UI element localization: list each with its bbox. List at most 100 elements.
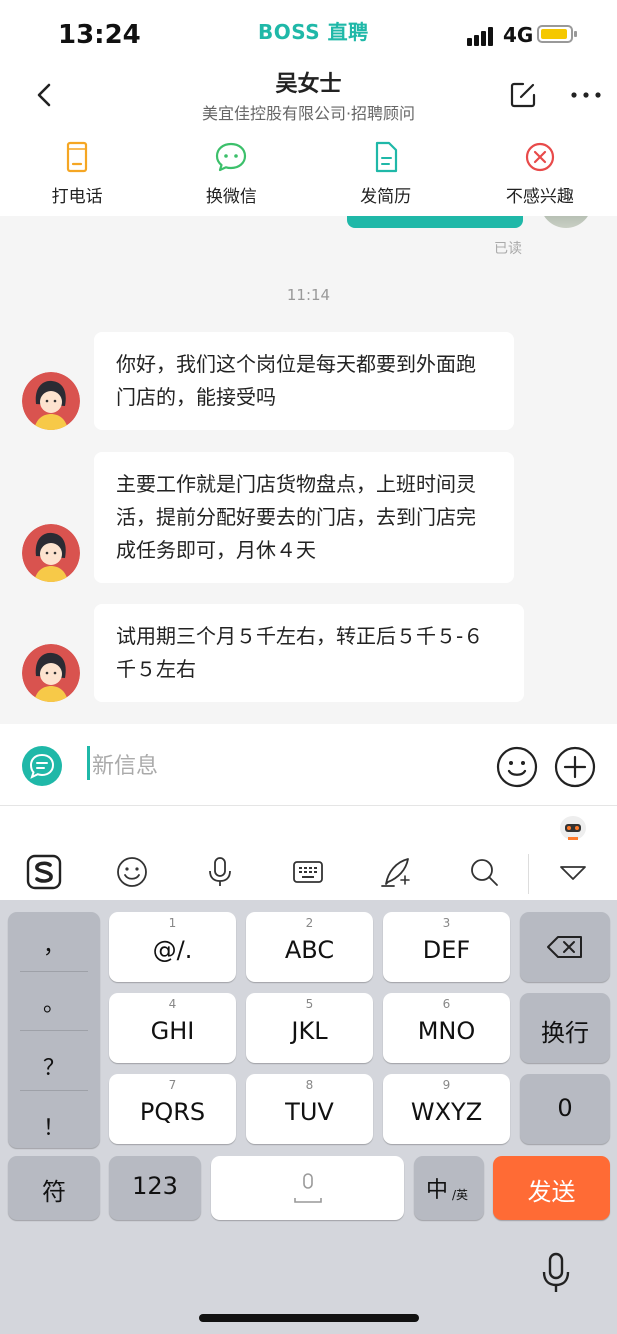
received-message-bubble[interactable]: 试用期三个月５千左右，转正后５千５-６千５左右 <box>94 604 524 702</box>
hide-keyboard-icon[interactable] <box>555 854 591 890</box>
key-label: 0 <box>557 1094 573 1122</box>
action-bar: 打电话 换微信 发简历 不感兴趣 <box>0 126 617 216</box>
key-label: TUV <box>285 1098 334 1126</box>
sent-message-bubble[interactable] <box>347 216 523 228</box>
key-label: DEF <box>422 936 471 964</box>
status-time: 13:24 <box>58 20 141 50</box>
message-text: 你好，我们这个岗位是每天都要到外面跑门店的，能接受吗 <box>116 352 476 409</box>
symbol-label: 符 <box>42 1178 66 1206</box>
chat-timestamp: 11:14 <box>286 286 331 304</box>
emoji-keyboard-icon[interactable] <box>114 854 150 890</box>
plus-icon[interactable] <box>554 746 596 788</box>
key-label: ABC <box>284 936 335 964</box>
backspace-icon <box>547 936 582 958</box>
keyboard-layout-icon[interactable] <box>290 854 326 890</box>
message-text: 主要工作就是门店货物盘点，上班时间灵活，提前分配好要去的门店，去到门店完成任务即… <box>116 472 476 562</box>
app-brand: BOSS 直聘 <box>258 20 369 44</box>
key-1[interactable]: 1 @/. <box>109 912 236 982</box>
my-avatar[interactable] <box>540 216 592 228</box>
toolbar-divider <box>528 854 529 894</box>
punct-key-period[interactable]: 。 <box>8 986 100 1018</box>
punct-key-exclaim[interactable]: ！ <box>8 1110 100 1142</box>
recruiter-avatar[interactable] <box>22 644 80 702</box>
call-label: 打电话 <box>51 187 103 207</box>
key-0[interactable]: 0 <box>520 1074 610 1144</box>
key-9[interactable]: 9 WXYZ <box>383 1074 510 1144</box>
signal-icon <box>467 26 497 46</box>
resume-icon <box>375 141 397 173</box>
numeric-key[interactable]: 123 <box>109 1156 201 1220</box>
home-indicator[interactable] <box>199 1314 419 1322</box>
send-key[interactable]: 发送 <box>493 1156 610 1220</box>
message-text: 试用期三个月５千左右，转正后５千５-６千５左右 <box>116 624 484 681</box>
handwriting-icon[interactable] <box>378 854 414 890</box>
chat-area[interactable]: 已读 11:14 你好，我们这个岗位是每天都要到外面跑门店的，能接受吗 主要工作… <box>0 216 617 724</box>
key-number: 5 <box>305 997 314 1011</box>
message-input[interactable]: 新信息 <box>92 748 158 780</box>
call-button[interactable]: 打电话 <box>0 126 154 216</box>
key-3[interactable]: 3 DEF <box>383 912 510 982</box>
key-5[interactable]: 5 JKL <box>246 993 373 1063</box>
more-icon[interactable] <box>570 90 602 100</box>
emoji-icon[interactable] <box>496 746 538 788</box>
resume-button[interactable]: 发简历 <box>309 126 463 216</box>
keyboard: ， 。 ？ ！ 1 @/. 2 ABC 3 DEF 4 GHI 5 JKL 6 MNO 换行… <box>0 900 617 1334</box>
search-icon[interactable] <box>466 854 502 890</box>
key-label: GHI <box>150 1017 195 1045</box>
sogou-logo-icon[interactable] <box>26 854 62 890</box>
punct-key-comma[interactable]: ， <box>8 928 100 960</box>
enter-label: 换行 <box>541 1019 589 1047</box>
voice-input-icon[interactable] <box>202 854 238 890</box>
enter-key[interactable]: 换行 <box>520 993 610 1063</box>
ime-mascot-icon[interactable] <box>558 812 588 842</box>
not-interested-label: 不感兴趣 <box>505 187 574 207</box>
quick-reply-icon[interactable] <box>22 746 62 786</box>
close-circle-icon <box>525 142 554 172</box>
text-cursor <box>87 746 90 780</box>
network-type: 4G <box>503 23 534 47</box>
key-label: JKL <box>291 1017 328 1045</box>
key-8[interactable]: 8 TUV <box>246 1074 373 1144</box>
space-mic-icon <box>294 1173 322 1203</box>
space-key[interactable] <box>211 1156 404 1220</box>
recruiter-avatar[interactable] <box>22 372 80 430</box>
symbol-key[interactable]: 符 <box>8 1156 100 1220</box>
key-number: 6 <box>442 997 451 1011</box>
keyboard-toolbar <box>0 806 617 900</box>
key-number: 9 <box>442 1078 451 1092</box>
read-status: 已读 <box>494 241 522 257</box>
language-switch-key[interactable]: 中 /英 <box>414 1156 484 1220</box>
status-bar: 13:24 BOSS 直聘 4G <box>0 0 617 62</box>
key-label: WXYZ <box>410 1098 483 1126</box>
key-number: 3 <box>442 916 451 930</box>
backspace-key[interactable] <box>520 912 610 982</box>
key-label: MNO <box>417 1017 476 1045</box>
edit-icon[interactable] <box>508 80 538 110</box>
message-input-bar: 新信息 <box>0 724 617 806</box>
recruiter-avatar[interactable] <box>22 524 80 582</box>
received-message-bubble[interactable]: 主要工作就是门店货物盘点，上班时间灵活，提前分配好要去的门店，去到门店完成任务即… <box>94 452 514 583</box>
punctuation-column[interactable]: ， 。 ？ ！ <box>8 912 100 1148</box>
key-number: 2 <box>305 916 314 930</box>
punct-key-question[interactable]: ？ <box>8 1050 100 1082</box>
numeric-label: 123 <box>132 1172 178 1200</box>
keyboard-mic-icon[interactable] <box>540 1252 572 1294</box>
not-interested-button[interactable]: 不感兴趣 <box>463 126 617 216</box>
key-6[interactable]: 6 MNO <box>383 993 510 1063</box>
resume-label: 发简历 <box>360 187 412 207</box>
key-label: @/. <box>152 936 193 964</box>
battery-icon <box>537 25 577 43</box>
lang-main-label: 中 <box>426 1178 449 1203</box>
send-label: 发送 <box>527 1178 576 1206</box>
key-number: 4 <box>168 997 177 1011</box>
wechat-button[interactable]: 换微信 <box>154 126 308 216</box>
chat-header: 吴女士 美宜佳控股有限公司·招聘顾问 <box>0 62 617 126</box>
key-7[interactable]: 7 PQRS <box>109 1074 236 1144</box>
wechat-label: 换微信 <box>205 187 257 207</box>
phone-icon <box>67 141 88 173</box>
key-number: 8 <box>305 1078 314 1092</box>
key-2[interactable]: 2 ABC <box>246 912 373 982</box>
lang-sub-label: /英 <box>452 1188 469 1202</box>
received-message-bubble[interactable]: 你好，我们这个岗位是每天都要到外面跑门店的，能接受吗 <box>94 332 514 430</box>
key-4[interactable]: 4 GHI <box>109 993 236 1063</box>
